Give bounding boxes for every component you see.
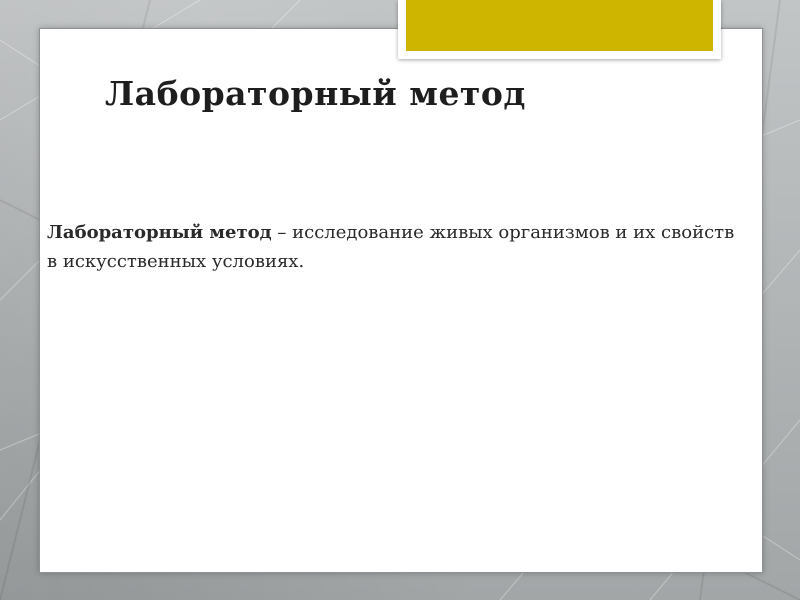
accent-tab	[398, 0, 721, 59]
accent-tab-fill	[406, 0, 713, 51]
slide-title: Лабораторный метод	[105, 74, 526, 113]
definition-term: Лабораторный метод	[47, 222, 272, 243]
definition-text: Лабораторный метод – исследование живых …	[47, 218, 747, 276]
